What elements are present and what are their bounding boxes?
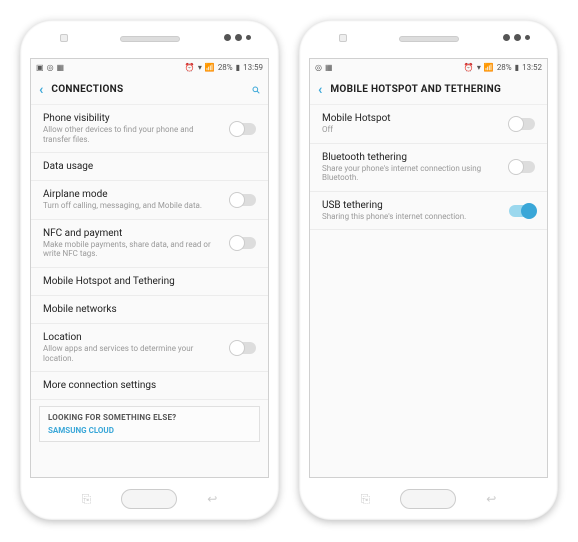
battery-icon: ▮	[236, 63, 240, 72]
settings-list[interactable]: Phone visibility Allow other devices to …	[31, 105, 268, 477]
row-title: Mobile Hotspot and Tethering	[43, 276, 256, 287]
row-subtitle: Allow other devices to find your phone a…	[43, 125, 222, 144]
notif-icon: ◎	[315, 63, 322, 72]
row-title: Data usage	[43, 161, 256, 172]
back-hw-icon[interactable]: ↩	[486, 492, 496, 506]
row-mobile-hotspot[interactable]: Mobile Hotspot Off	[310, 105, 547, 144]
toggle-mobile-hotspot[interactable]	[509, 118, 535, 130]
row-title: Phone visibility	[43, 113, 222, 124]
row-data-usage[interactable]: Data usage	[31, 153, 268, 181]
row-subtitle: Share your phone's internet connection u…	[322, 164, 501, 183]
footer-link-samsung-cloud[interactable]: SAMSUNG CLOUD	[48, 426, 251, 435]
phone-bezel-top	[20, 20, 279, 58]
footer-card: LOOKING FOR SOMETHING ELSE? SAMSUNG CLOU…	[39, 406, 260, 442]
notif-icon: ▣	[36, 63, 44, 72]
notif-icon: ◎	[47, 63, 54, 72]
signal-icon: 📶	[484, 63, 494, 72]
screen-right: ◎ ▦ ⏰ ▾ 📶 28% ▮ 13:52 ‹ MOBILE HOTSPOT A…	[309, 58, 548, 478]
sensor-icon	[60, 34, 68, 42]
row-subtitle: Make mobile payments, share data, and re…	[43, 240, 222, 259]
app-bar: ‹ MOBILE HOTSPOT AND TETHERING	[310, 75, 547, 105]
clock: 13:59	[243, 63, 263, 72]
back-icon[interactable]: ‹	[39, 82, 43, 98]
page-title: MOBILE HOTSPOT AND TETHERING	[330, 84, 501, 95]
toggle-phone-visibility[interactable]	[230, 123, 256, 135]
recent-apps-icon[interactable]: ⎘	[361, 492, 371, 507]
phone-bezel-bottom: ⎘ ↩	[299, 478, 558, 520]
toggle-airplane-mode[interactable]	[230, 194, 256, 206]
home-button[interactable]	[400, 489, 456, 509]
phone-right: ◎ ▦ ⏰ ▾ 📶 28% ▮ 13:52 ‹ MOBILE HOTSPOT A…	[299, 20, 558, 520]
notif-icon: ▦	[325, 63, 333, 72]
footer-header: LOOKING FOR SOMETHING ELSE?	[48, 413, 251, 422]
row-title: Location	[43, 332, 222, 343]
search-icon[interactable]	[252, 83, 260, 97]
row-subtitle: Turn off calling, messaging, and Mobile …	[43, 201, 222, 211]
speaker-grille	[120, 36, 180, 42]
row-title: NFC and payment	[43, 228, 222, 239]
phone-bezel-top	[299, 20, 558, 58]
row-title: Airplane mode	[43, 189, 222, 200]
row-mobile-networks[interactable]: Mobile networks	[31, 296, 268, 324]
battery-pct: 28%	[218, 63, 233, 72]
phone-left: ▣ ◎ ▦ ⏰ ▾ 📶 28% ▮ 13:59 ‹ CONNECTIONS	[20, 20, 279, 520]
row-phone-visibility[interactable]: Phone visibility Allow other devices to …	[31, 105, 268, 153]
settings-list[interactable]: Mobile Hotspot Off Bluetooth tethering S…	[310, 105, 547, 477]
speaker-grille	[399, 36, 459, 42]
battery-pct: 28%	[497, 63, 512, 72]
row-nfc-payment[interactable]: NFC and payment Make mobile payments, sh…	[31, 220, 268, 268]
alarm-icon: ⏰	[185, 63, 195, 72]
back-hw-icon[interactable]: ↩	[207, 492, 217, 506]
wifi-icon: ▾	[198, 63, 202, 72]
row-subtitle: Allow apps and services to determine you…	[43, 344, 222, 363]
row-title: More connection settings	[43, 380, 256, 391]
row-more-settings[interactable]: More connection settings	[31, 372, 268, 400]
camera-dots	[224, 34, 251, 41]
clock: 13:52	[522, 63, 542, 72]
status-bar: ▣ ◎ ▦ ⏰ ▾ 📶 28% ▮ 13:59	[31, 59, 268, 75]
screen-left: ▣ ◎ ▦ ⏰ ▾ 📶 28% ▮ 13:59 ‹ CONNECTIONS	[30, 58, 269, 478]
toggle-bluetooth-tethering[interactable]	[509, 161, 535, 173]
toggle-nfc[interactable]	[230, 237, 256, 249]
battery-icon: ▮	[515, 63, 519, 72]
row-usb-tethering[interactable]: USB tethering Sharing this phone's inter…	[310, 192, 547, 231]
row-title: Bluetooth tethering	[322, 152, 501, 163]
sensor-icon	[339, 34, 347, 42]
row-subtitle: Off	[322, 125, 501, 135]
status-bar: ◎ ▦ ⏰ ▾ 📶 28% ▮ 13:52	[310, 59, 547, 75]
row-location[interactable]: Location Allow apps and services to dete…	[31, 324, 268, 372]
row-airplane-mode[interactable]: Airplane mode Turn off calling, messagin…	[31, 181, 268, 220]
camera-dots	[503, 34, 530, 41]
back-icon[interactable]: ‹	[318, 82, 322, 98]
row-bluetooth-tethering[interactable]: Bluetooth tethering Share your phone's i…	[310, 144, 547, 192]
notif-icon: ▦	[57, 63, 65, 72]
app-bar: ‹ CONNECTIONS	[31, 75, 268, 105]
alarm-icon: ⏰	[464, 63, 474, 72]
row-hotspot-tethering[interactable]: Mobile Hotspot and Tethering	[31, 268, 268, 296]
row-title: Mobile networks	[43, 304, 256, 315]
row-title: USB tethering	[322, 200, 501, 211]
toggle-location[interactable]	[230, 342, 256, 354]
wifi-icon: ▾	[477, 63, 481, 72]
recent-apps-icon[interactable]: ⎘	[82, 492, 92, 507]
row-title: Mobile Hotspot	[322, 113, 501, 124]
home-button[interactable]	[121, 489, 177, 509]
row-subtitle: Sharing this phone's internet connection…	[322, 212, 501, 222]
signal-icon: 📶	[205, 63, 215, 72]
toggle-usb-tethering[interactable]	[509, 205, 535, 217]
phone-bezel-bottom: ⎘ ↩	[20, 478, 279, 520]
page-title: CONNECTIONS	[51, 84, 123, 95]
